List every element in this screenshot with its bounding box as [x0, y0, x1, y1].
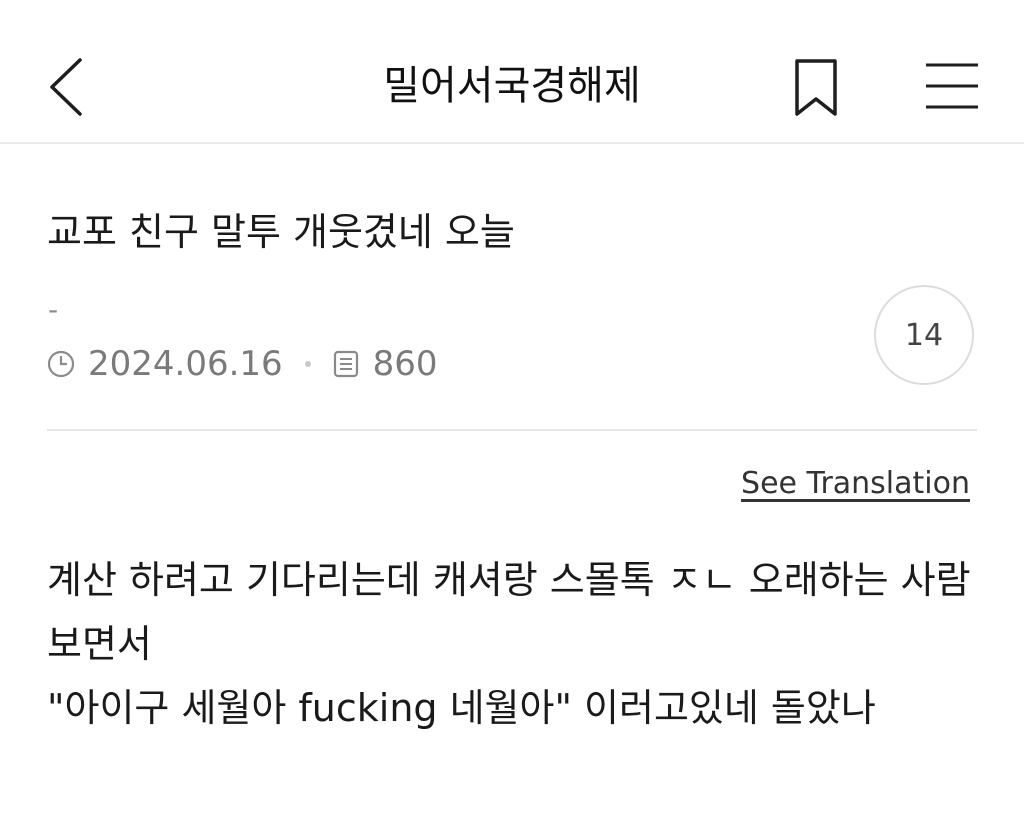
post-body-line: 계산 하려고 기다리는데 캐셔랑 스몰톡 ㅈㄴ 오래하는 사람 보면서 — [47, 558, 971, 666]
comment-count-button[interactable]: 14 — [874, 285, 974, 385]
views-icon — [333, 350, 358, 378]
app-header: 밀어서국경해제 — [0, 0, 1024, 144]
menu-button[interactable] — [920, 58, 984, 116]
post-date: 2024.06.16 — [88, 344, 283, 384]
hamburger-menu-icon — [926, 63, 978, 109]
divider — [47, 429, 977, 431]
see-translation-link[interactable]: See Translation — [741, 464, 970, 504]
bookmark-icon — [795, 59, 837, 116]
clock-icon — [47, 350, 75, 378]
view-count: 860 — [372, 344, 438, 384]
meta-separator — [304, 361, 311, 367]
post-body: 계산 하려고 기다리는데 캐셔랑 스몰톡 ㅈㄴ 오래하는 사람 보면서 "아이구… — [47, 548, 982, 740]
bookmark-button[interactable] — [788, 56, 844, 120]
post-body-line: "아이구 세월아 fucking 네월아" 이러고있네 돌았나 — [47, 686, 876, 730]
comment-count-label: 14 — [904, 317, 944, 353]
board-title: 밀어서국경해제 — [383, 63, 641, 109]
post-title: 교포 친구 말투 개웃겼네 오늘 — [47, 210, 515, 254]
post-author: - — [48, 293, 59, 326]
post-meta: 2024.06.16 860 — [46, 342, 438, 386]
